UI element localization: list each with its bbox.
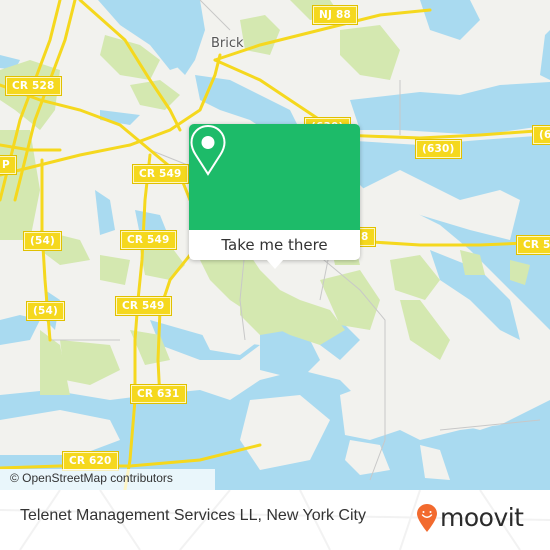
road-label-cr549-mid: CR 549 <box>120 230 177 250</box>
map[interactable]: Brick NJ 88 CR 528 CR 549 (630) (630) (6… <box>0 0 550 490</box>
road-label-54-south: (54) <box>25 301 66 321</box>
road-label-cr528-west: CR 528 <box>5 76 62 96</box>
road-label-630: (630) <box>415 139 462 159</box>
popup-pointer <box>266 259 284 269</box>
road-label-p-edge: P <box>0 155 17 175</box>
road-label-cr549: CR 549 <box>132 164 189 184</box>
moovit-pin-icon <box>417 504 437 532</box>
road-label-63x-edge: (6 <box>532 125 550 145</box>
road-label-cr631: CR 631 <box>130 384 187 404</box>
moovit-logo[interactable]: moovit <box>416 503 524 533</box>
place-label-brick: Brick <box>211 36 244 51</box>
map-attribution[interactable]: © OpenStreetMap contributors <box>0 469 215 490</box>
road-label-nj88: NJ 88 <box>312 5 358 25</box>
location-title: Telenet Management Services LL, New York… <box>20 507 366 524</box>
take-me-there-button[interactable]: Take me there <box>189 230 360 260</box>
location-popup: Take me there <box>189 124 360 269</box>
road-label-54-north: (54) <box>22 231 63 251</box>
popup-pin-area[interactable] <box>189 124 360 230</box>
road-label-cr549-south: CR 549 <box>115 296 172 316</box>
road-label-cr528-east: CR 52 <box>515 235 550 255</box>
map-pin-icon <box>190 124 226 176</box>
footer: Telenet Management Services LL, New York… <box>0 490 550 550</box>
moovit-wordmark: moovit <box>440 503 524 532</box>
road-label-cr620: CR 620 <box>62 451 119 471</box>
